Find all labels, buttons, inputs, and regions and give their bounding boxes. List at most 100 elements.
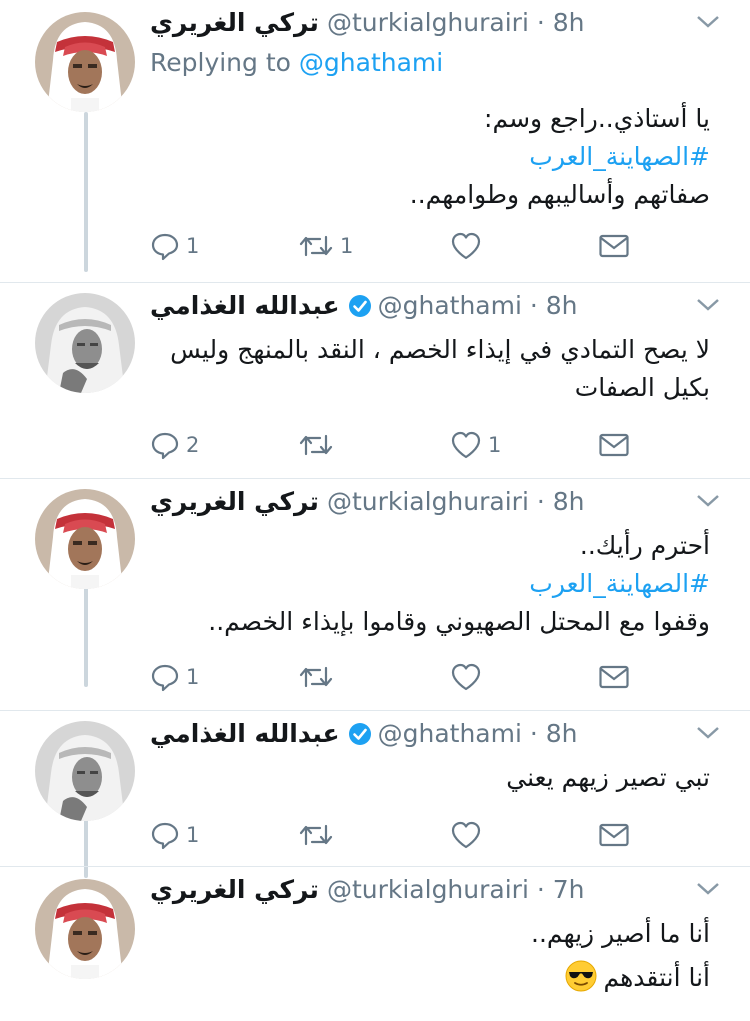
tweet-actions: 2 1	[150, 425, 640, 465]
sunglasses-emoji	[565, 960, 597, 1003]
retweet-count: 1	[340, 234, 354, 258]
retweet-icon	[299, 824, 333, 846]
tweet-actions: 1	[150, 657, 640, 697]
reply-icon	[151, 233, 179, 261]
tweet-text-line-with-emoji: أنا أنتقدهم	[150, 959, 710, 1003]
chevron-down-icon[interactable]	[695, 14, 721, 34]
direct-message-button[interactable]	[598, 815, 630, 855]
verified-badge-icon	[348, 721, 372, 755]
envelope-icon	[599, 665, 629, 689]
like-button[interactable]	[450, 657, 482, 697]
separator-dot: ·	[536, 875, 545, 904]
timestamp[interactable]: 8h	[546, 719, 578, 748]
tweet[interactable]: تركي الغريري @turkialghurairi · 8h أحترم …	[0, 479, 750, 709]
heart-icon	[451, 431, 481, 459]
reply-icon	[151, 822, 179, 850]
user-handle[interactable]: @turkialghurairi	[327, 8, 529, 37]
hashtag-link[interactable]: #الصهاينة_العرب	[150, 138, 710, 176]
timestamp[interactable]: 7h	[553, 875, 585, 904]
separator-dot: ·	[529, 291, 538, 320]
tweet-text-line: بكيل الصفات	[574, 373, 710, 402]
direct-message-button[interactable]	[598, 425, 630, 465]
heart-icon	[451, 821, 481, 849]
like-button[interactable]: 1	[450, 425, 501, 465]
reply-icon	[151, 664, 179, 692]
tweet-text-line: أحترم رأيك..	[579, 531, 710, 560]
tweet-text: يا أستاذي..راجع وسم: #الصهاينة_العرب صفا…	[150, 100, 710, 214]
tweet-text-line: وقفوا مع المحتل الصهيوني وقاموا بإيذاء ا…	[208, 607, 710, 636]
avatar[interactable]	[35, 721, 135, 821]
avatar[interactable]	[35, 879, 135, 979]
tweet-text: أنا ما أصير زيهم.. أنا أنتقدهم	[150, 915, 710, 1003]
separator-dot: ·	[536, 8, 545, 37]
user-handle[interactable]: @turkialghurairi	[327, 875, 529, 904]
like-button[interactable]	[450, 815, 482, 855]
tweet-actions: 1 1	[150, 226, 640, 266]
user-handle[interactable]: @ghathami	[378, 291, 522, 320]
chevron-down-icon[interactable]	[695, 725, 721, 745]
avatar[interactable]	[35, 293, 135, 393]
replying-label: Replying to	[150, 48, 291, 77]
like-button[interactable]	[450, 226, 488, 266]
tweet-text-line: أنا أنتقدهم	[603, 963, 710, 992]
tweet-text-line: لا يصح التمادي في إيذاء الخصم ، النقد با…	[170, 335, 710, 364]
tweet-actions: 1	[150, 815, 640, 855]
user-handle[interactable]: @ghathami	[378, 719, 522, 748]
direct-message-button[interactable]	[598, 657, 630, 697]
avatar[interactable]	[35, 489, 135, 589]
envelope-icon	[599, 823, 629, 847]
heart-icon	[451, 232, 481, 260]
retweet-button[interactable]	[298, 425, 334, 465]
heart-icon	[451, 663, 481, 691]
reply-count: 2	[186, 433, 200, 457]
separator-dot: ·	[536, 487, 545, 516]
retweet-button[interactable]	[298, 815, 334, 855]
reply-count: 1	[186, 234, 200, 258]
envelope-icon	[599, 234, 629, 258]
envelope-icon	[599, 433, 629, 457]
tweet[interactable]: تركي الغريري @turkialghurairi · 7h أنا ما…	[0, 867, 750, 1021]
verified-badge-icon	[348, 293, 372, 327]
avatar[interactable]	[35, 12, 135, 112]
reply-button[interactable]: 2	[150, 425, 199, 465]
reply-button[interactable]: 1	[150, 815, 199, 855]
separator-dot: ·	[529, 719, 538, 748]
display-name[interactable]: تركي الغريري	[150, 487, 319, 516]
chevron-down-icon[interactable]	[695, 297, 721, 317]
display-name[interactable]: عبدالله الغذامي	[150, 291, 340, 320]
tweet-text: أحترم رأيك.. #الصهاينة_العرب وقفوا مع ال…	[150, 527, 710, 641]
tweet-text: تبي تصير زيهم يعني	[150, 759, 710, 797]
display-name[interactable]: تركي الغريري	[150, 875, 319, 904]
like-count: 1	[488, 433, 502, 457]
retweet-icon	[299, 235, 333, 257]
tweet-text-line: صفاتهم وأساليبهم وطوامهم..	[409, 180, 710, 209]
replying-mention[interactable]: @ghathami	[299, 48, 443, 77]
replying-to: Replying to @ghathami	[150, 48, 443, 77]
timestamp[interactable]: 8h	[553, 487, 585, 516]
retweet-icon	[299, 434, 333, 456]
reply-icon	[151, 432, 179, 460]
tweet-text-line: أنا ما أصير زيهم..	[531, 919, 710, 948]
retweet-button[interactable]: 1	[298, 226, 353, 266]
tweet[interactable]: تركي الغريري @turkialghurairi · 8h Replyi…	[0, 0, 750, 280]
hashtag-link[interactable]: #الصهاينة_العرب	[150, 565, 710, 603]
tweet-text-line: يا أستاذي..راجع وسم:	[484, 104, 710, 133]
display-name[interactable]: عبدالله الغذامي	[150, 719, 340, 748]
tweet-text-line: تبي تصير زيهم يعني	[506, 763, 710, 792]
tweet[interactable]: عبدالله الغذامي @ghathami · 8h لا يصح الت…	[0, 283, 750, 478]
direct-message-button[interactable]	[598, 226, 630, 266]
reply-button[interactable]: 1	[150, 226, 199, 266]
retweet-button[interactable]	[298, 657, 334, 697]
reply-button[interactable]: 1	[150, 657, 199, 697]
tweet-text: لا يصح التمادي في إيذاء الخصم ، النقد با…	[150, 331, 710, 407]
timestamp[interactable]: 8h	[553, 8, 585, 37]
chevron-down-icon[interactable]	[695, 493, 721, 513]
user-handle[interactable]: @turkialghurairi	[327, 487, 529, 516]
tweet[interactable]: عبدالله الغذامي @ghathami · 8h تبي تصير ز…	[0, 711, 750, 866]
timestamp[interactable]: 8h	[546, 291, 578, 320]
chevron-down-icon[interactable]	[695, 881, 721, 901]
display-name[interactable]: تركي الغريري	[150, 8, 319, 37]
reply-count: 1	[186, 665, 200, 689]
retweet-icon	[299, 666, 333, 688]
reply-count: 1	[186, 823, 200, 847]
